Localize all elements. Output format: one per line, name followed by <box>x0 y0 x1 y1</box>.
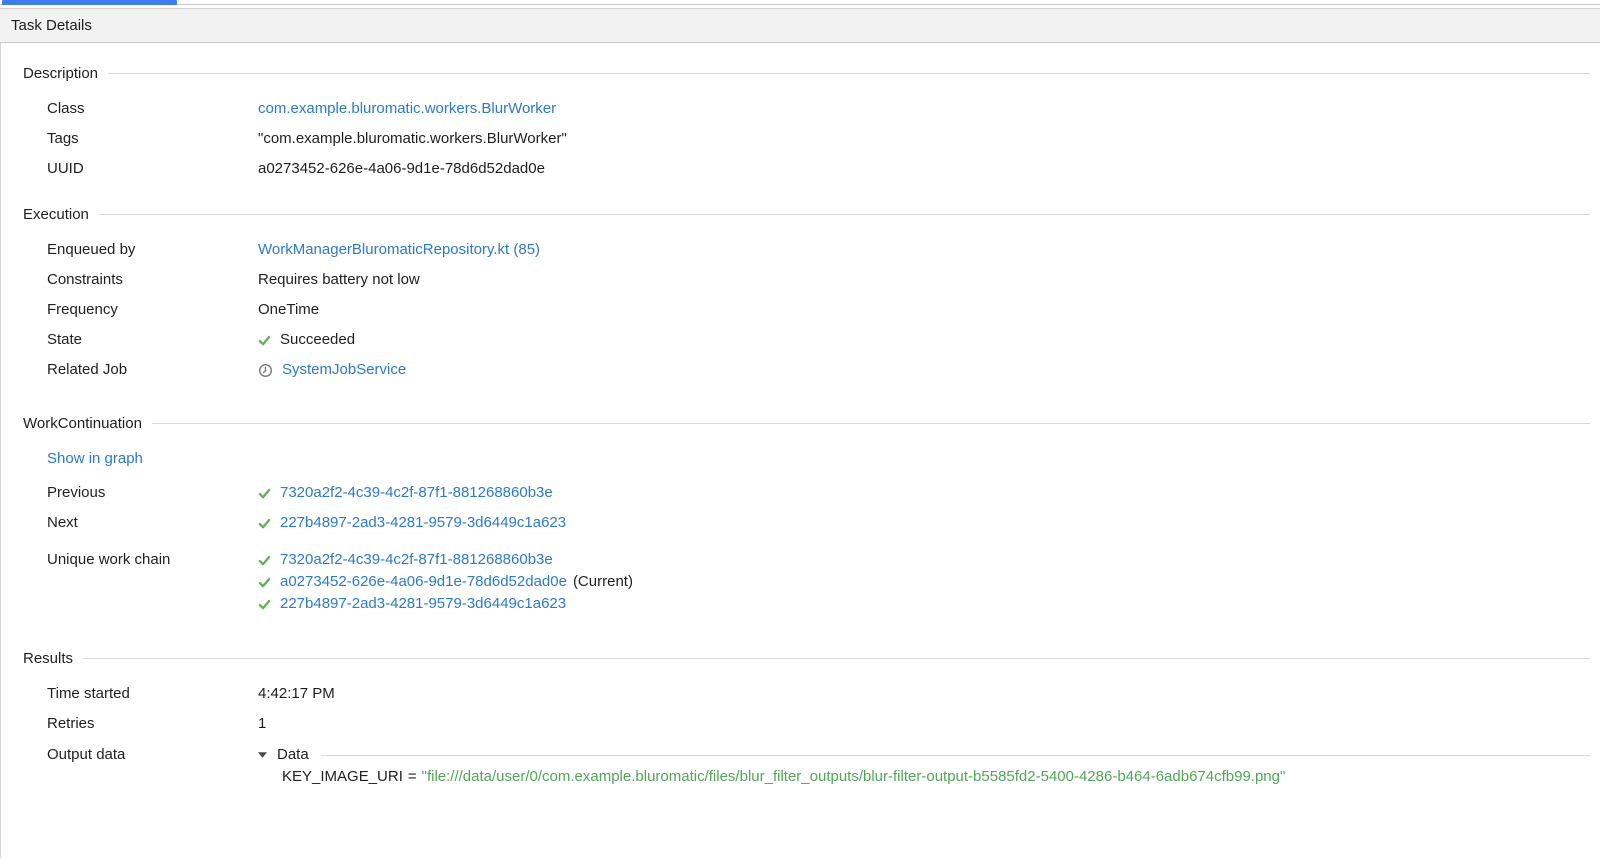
uuid-value: a0273452-626e-4a06-9d1e-78d6d52dad0e <box>258 159 1590 179</box>
chain-work-link[interactable]: 227b4897-2ad3-4281-9579-3d6449c1a623 <box>280 593 566 615</box>
section-rule <box>99 214 1590 215</box>
section-rule <box>152 423 1590 424</box>
output-data-group: Data <box>258 744 1590 766</box>
row-output-data: Output data Data KEY_IMAGE_URI = "file:///… <box>1 744 1600 788</box>
row-label: UUID <box>47 159 258 179</box>
enqueued-by-link[interactable]: WorkManagerBluromaticRepository.kt (85) <box>258 240 540 260</box>
chain-suffix: (Current) <box>573 571 633 593</box>
section-title: Description <box>23 65 98 82</box>
row-label: Unique work chain <box>47 549 258 571</box>
row-class: Class com.example.bluromatic.workers.Blu… <box>1 99 1600 119</box>
row-enqueued-by: Enqueued by WorkManagerBluromaticReposit… <box>1 240 1600 260</box>
row-label: Class <box>47 99 258 119</box>
section-description: Description Class com.example.bluromatic… <box>1 63 1600 179</box>
row-uuid: UUID a0273452-626e-4a06-9d1e-78d6d52dad0… <box>1 159 1600 179</box>
retries-value: 1 <box>258 714 1590 734</box>
panel-header: Task Details <box>0 9 1600 43</box>
section-execution: Execution Enqueued by WorkManagerBluroma… <box>1 204 1600 380</box>
row-label: Time started <box>47 684 258 704</box>
output-value-string: "file:///data/user/0/com.example.bluroma… <box>422 768 1286 785</box>
tags-value: "com.example.bluromatic.workers.BlurWork… <box>258 129 1590 149</box>
row-label: Output data <box>47 744 258 766</box>
chain-item: 227b4897-2ad3-4281-9579-3d6449c1a623 <box>258 593 1590 615</box>
frequency-value: OneTime <box>258 300 1590 320</box>
class-link[interactable]: com.example.bluromatic.workers.BlurWorke… <box>258 99 556 119</box>
next-work-link[interactable]: 227b4897-2ad3-4281-9579-3d6449c1a623 <box>280 513 566 533</box>
success-check-icon <box>258 576 271 589</box>
equals-sign: = <box>408 768 417 785</box>
row-label: Enqueued by <box>47 240 258 260</box>
section-results: Results Time started 4:42:17 PM Retries … <box>1 648 1600 788</box>
row-time-started: Time started 4:42:17 PM <box>1 684 1600 704</box>
row-label: Related Job <box>47 360 258 380</box>
section-title: WorkContinuation <box>23 415 142 432</box>
related-job-link[interactable]: SystemJobService <box>282 360 406 380</box>
row-related-job: Related Job SystemJobService <box>1 360 1600 380</box>
section-execution-header: Execution <box>23 204 1590 224</box>
section-title: Execution <box>23 206 89 223</box>
section-workcontinuation-header: WorkContinuation <box>23 413 1590 433</box>
chain-work-link[interactable]: 7320a2f2-4c39-4c2f-87f1-881268860b3e <box>280 549 553 571</box>
row-label: Previous <box>47 483 258 503</box>
section-results-header: Results <box>23 648 1590 668</box>
collapse-triangle-icon[interactable] <box>258 752 267 758</box>
row-unique-work-chain: Unique work chain 7320a2f2-4c39-4c2f-87f… <box>1 549 1600 615</box>
row-previous: Previous 7320a2f2-4c39-4c2f-87f1-8812688… <box>1 483 1600 503</box>
success-check-icon <box>258 334 271 347</box>
time-started-value: 4:42:17 PM <box>258 684 1590 704</box>
row-tags: Tags "com.example.bluromatic.workers.Blu… <box>1 129 1600 149</box>
success-check-icon <box>258 598 271 611</box>
row-state: State Succeeded <box>1 330 1600 350</box>
panel-content: Description Class com.example.bluromatic… <box>0 43 1600 858</box>
success-check-icon <box>258 554 271 567</box>
constraints-value: Requires battery not low <box>258 270 1590 290</box>
row-label: Constraints <box>47 270 258 290</box>
success-check-icon <box>258 517 271 530</box>
row-frequency: Frequency OneTime <box>1 300 1600 320</box>
chain-item: a0273452-626e-4a06-9d1e-78d6d52dad0e (Cu… <box>258 571 1590 593</box>
row-show-in-graph: Show in graph <box>1 449 1600 469</box>
previous-work-link[interactable]: 7320a2f2-4c39-4c2f-87f1-881268860b3e <box>280 483 553 503</box>
panel-title: Task Details <box>11 17 92 34</box>
row-constraints: Constraints Requires battery not low <box>1 270 1600 290</box>
row-label: Tags <box>47 129 258 149</box>
task-details-panel: Task Details Description Class com.examp… <box>0 0 1600 859</box>
data-group-label: Data <box>277 744 309 766</box>
output-key-value: KEY_IMAGE_URI = "file:///data/user/0/com.e… <box>258 768 1285 785</box>
state-value: Succeeded <box>280 330 355 350</box>
clock-icon <box>258 363 273 378</box>
section-rule <box>83 658 1590 659</box>
chain-work-link[interactable]: a0273452-626e-4a06-9d1e-78d6d52dad0e <box>280 571 567 593</box>
tab-strip-divider <box>0 4 1600 5</box>
chain-item: 7320a2f2-4c39-4c2f-87f1-881268860b3e <box>258 549 1590 571</box>
success-check-icon <box>258 487 271 500</box>
row-label: Retries <box>47 714 258 734</box>
tab-strip <box>0 0 1600 9</box>
row-next: Next 227b4897-2ad3-4281-9579-3d6449c1a62… <box>1 513 1600 533</box>
row-label: Frequency <box>47 300 258 320</box>
show-in-graph-link[interactable]: Show in graph <box>47 449 143 469</box>
data-group-rule <box>321 755 1590 756</box>
row-retries: Retries 1 <box>1 714 1600 734</box>
section-workcontinuation: WorkContinuation Show in graph Previous … <box>1 413 1600 615</box>
active-tab-indicator <box>2 0 177 5</box>
row-label: Next <box>47 513 258 533</box>
section-rule <box>108 73 1590 74</box>
section-description-header: Description <box>23 63 1590 83</box>
section-title: Results <box>23 650 73 667</box>
row-label: State <box>47 330 258 350</box>
output-key-name: KEY_IMAGE_URI <box>282 768 403 785</box>
